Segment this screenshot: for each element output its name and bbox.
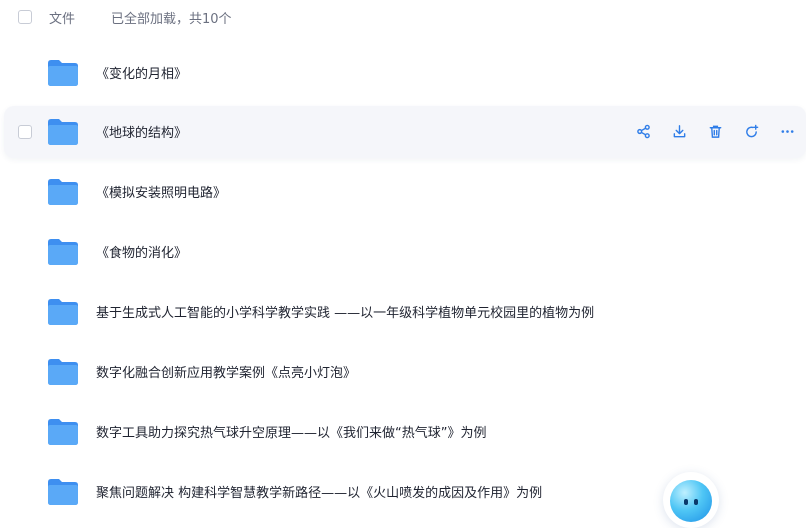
file-name[interactable]: 数字化融合创新应用教学案例《点亮小灯泡》 xyxy=(96,362,356,381)
list-item[interactable]: 《地球的结构》 xyxy=(4,106,806,158)
list-item[interactable]: 《食物的消化》 xyxy=(0,226,806,278)
row-checkbox[interactable] xyxy=(18,125,32,139)
loaded-count-text: 已全部加载，共10个 xyxy=(111,12,232,27)
file-name[interactable]: 《变化的月相》 xyxy=(96,63,187,82)
folder-icon xyxy=(48,479,78,505)
column-header-file[interactable]: 文件 xyxy=(49,8,75,27)
row-actions xyxy=(618,120,798,142)
file-list-header: 文件 已全部加载，共10个 xyxy=(0,0,806,34)
list-item[interactable]: 基于生成式人工智能的小学科学教学实践 ——以一年级科学植物单元校园里的植物为例 xyxy=(0,286,806,338)
folder-icon xyxy=(48,419,78,445)
list-item[interactable]: 数字工具助力探究热气球升空原理——以《我们来做“热气球”》为例 xyxy=(0,406,806,458)
file-name[interactable]: 聚焦问题解决 构建科学智慧教学新路径——以《火山喷发的成因及作用》为例 xyxy=(96,482,542,501)
list-item[interactable]: 数字化融合创新应用教学案例《点亮小灯泡》 xyxy=(0,346,806,398)
folder-icon xyxy=(48,299,78,325)
share-icon[interactable] xyxy=(632,120,654,142)
file-name[interactable]: 数字工具助力探究热气球升空原理——以《我们来做“热气球”》为例 xyxy=(96,422,486,441)
folder-icon xyxy=(48,239,78,265)
file-name[interactable]: 《食物的消化》 xyxy=(96,242,187,261)
folder-icon xyxy=(48,119,78,145)
folder-icon xyxy=(48,60,78,86)
file-name[interactable]: 《模拟安装照明电路》 xyxy=(96,182,226,201)
list-item[interactable]: 《模拟安装照明电路》 xyxy=(0,166,806,218)
folder-icon xyxy=(48,359,78,385)
folder-icon xyxy=(48,179,78,205)
file-name[interactable]: 基于生成式人工智能的小学科学教学实践 ——以一年级科学植物单元校园里的植物为例 xyxy=(96,302,594,321)
trash-icon[interactable] xyxy=(704,120,726,142)
download-icon[interactable] xyxy=(668,120,690,142)
list-item[interactable]: 《变化的月相》 xyxy=(0,47,806,99)
more-icon[interactable] xyxy=(776,120,798,142)
refresh-icon[interactable] xyxy=(740,120,762,142)
select-all-checkbox[interactable] xyxy=(18,10,32,24)
ai-assistant-button[interactable] xyxy=(663,472,719,528)
file-name[interactable]: 《地球的结构》 xyxy=(96,122,187,141)
assistant-avatar-icon xyxy=(670,480,712,522)
